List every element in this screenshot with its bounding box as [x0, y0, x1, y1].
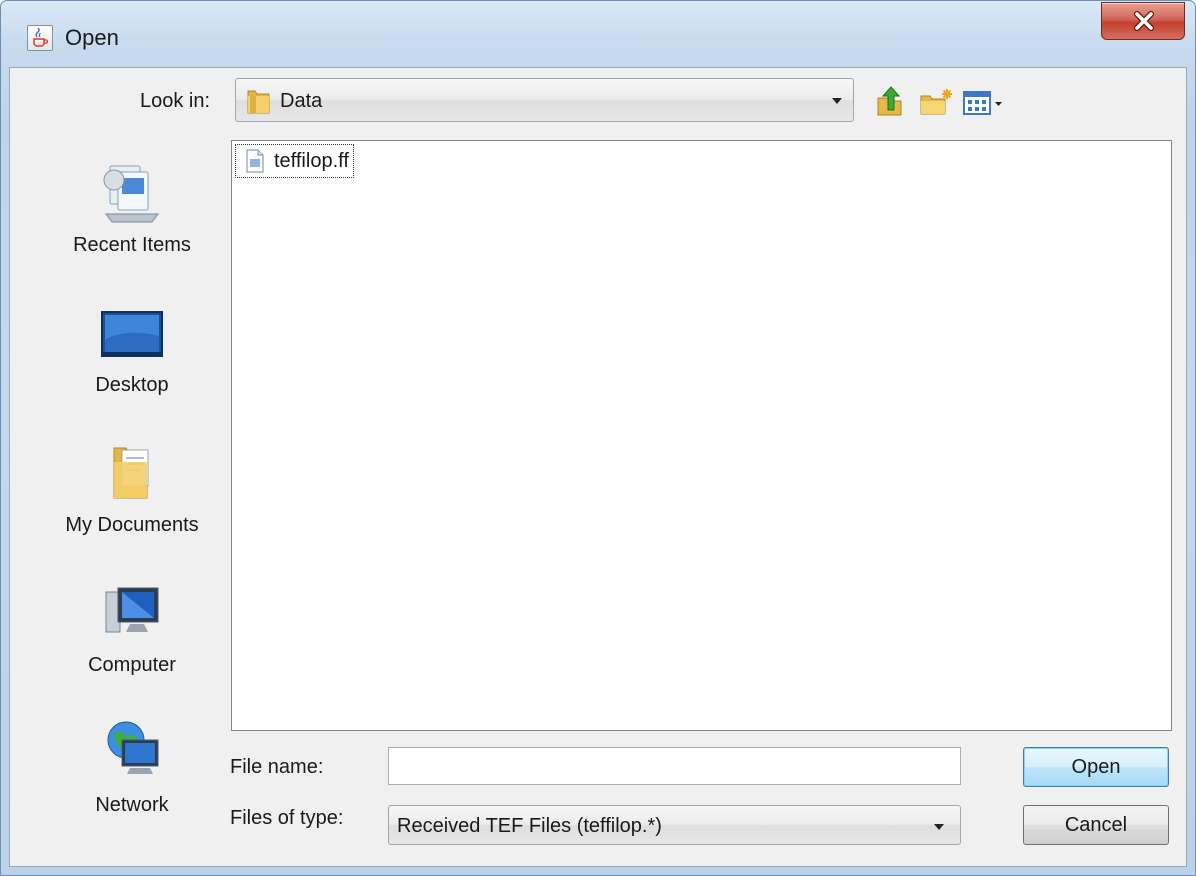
new-folder-button[interactable]: [918, 84, 954, 118]
place-my-documents[interactable]: My Documents: [46, 438, 218, 564]
computer-icon: [105, 587, 159, 633]
view-menu-button[interactable]: [962, 84, 1006, 118]
up-one-level-button[interactable]: [874, 84, 906, 118]
recent-items-icon: [103, 165, 159, 223]
look-in-label: Look in:: [140, 90, 211, 112]
place-recent-items[interactable]: Recent Items: [46, 158, 218, 284]
document-icon: [246, 149, 264, 173]
files-of-type-combo[interactable]: Received TEF Files (teffilop.*): [388, 805, 961, 845]
files-of-type-value: Received TEF Files (teffilop.*): [397, 815, 662, 837]
file-name-input[interactable]: [388, 747, 961, 785]
place-label: Recent Items: [73, 234, 191, 256]
close-icon: [1134, 11, 1154, 31]
file-name-label: File name:: [230, 756, 324, 778]
title-bar[interactable]: Open: [1, 1, 1195, 67]
place-network[interactable]: Network: [46, 718, 218, 844]
file-list[interactable]: teffilop.ff: [231, 140, 1172, 731]
chevron-down-icon[interactable]: [934, 824, 944, 830]
close-button[interactable]: [1101, 2, 1185, 40]
up-one-level-icon: [877, 86, 902, 116]
look-in-value: Data: [280, 90, 323, 112]
desktop-icon: [101, 311, 163, 357]
java-cup-icon[interactable]: [27, 25, 53, 51]
open-button[interactable]: Open: [1023, 747, 1169, 787]
place-computer[interactable]: Computer: [46, 578, 218, 704]
place-label: Computer: [88, 654, 176, 676]
cancel-button[interactable]: Cancel: [1023, 805, 1169, 845]
network-icon: [107, 721, 159, 774]
window-title: Open: [65, 25, 119, 50]
new-folder-icon: [920, 89, 952, 115]
open-dialog: Open Look in: Data Recent Items Desktop …: [0, 0, 1196, 876]
file-name: teffilop.ff: [274, 150, 349, 172]
files-of-type-label: Files of type:: [230, 807, 344, 829]
my-documents-icon: [113, 447, 149, 499]
folder-icon: [247, 90, 270, 114]
chevron-down-icon[interactable]: [832, 98, 842, 104]
view-menu-icon: [963, 91, 1002, 115]
look-in-combo[interactable]: Data: [235, 78, 854, 122]
place-label: My Documents: [65, 514, 199, 536]
place-desktop[interactable]: Desktop: [46, 298, 218, 424]
place-label: Network: [95, 794, 169, 816]
place-label: Desktop: [95, 374, 169, 396]
dialog-body: Look in: Data Recent Items Desktop My Do…: [9, 67, 1187, 867]
file-item[interactable]: teffilop.ff: [235, 144, 354, 178]
